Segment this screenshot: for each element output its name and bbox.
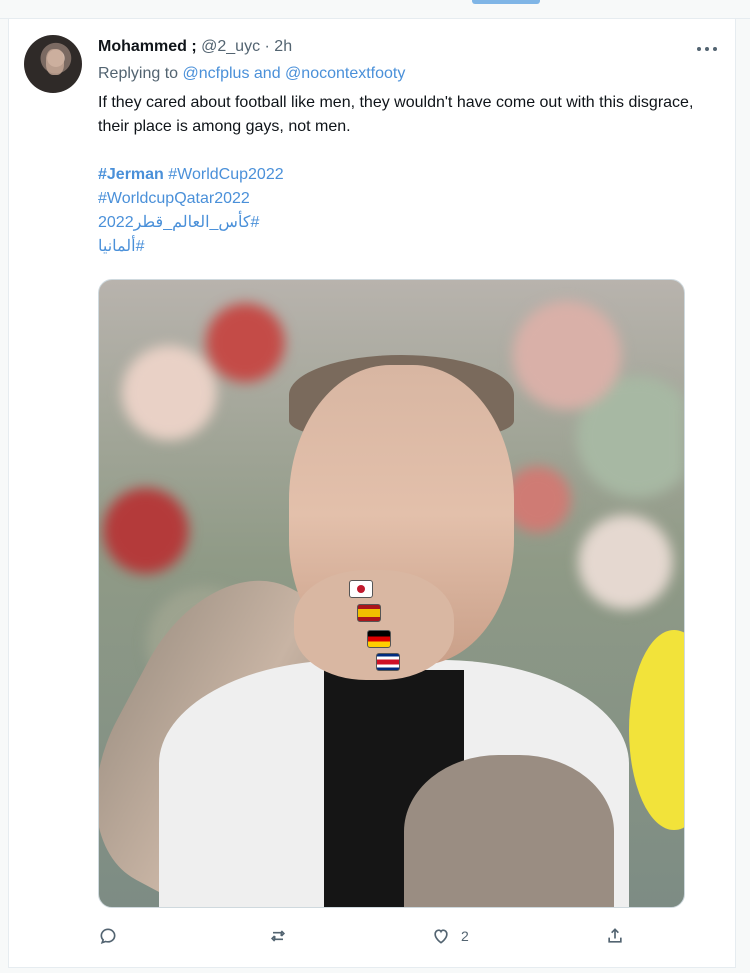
retweet-button[interactable] [268, 924, 288, 948]
germany-flag-icon [367, 630, 391, 648]
reply-button[interactable] [98, 924, 118, 948]
top-navigation-bar [0, 0, 750, 19]
share-icon [608, 928, 622, 943]
tweet-card[interactable]: Mohammed ; @2_uyc · 2h Replying to @ncfp… [8, 19, 736, 968]
retweet-icon [270, 930, 286, 942]
japan-flag-icon [349, 580, 373, 598]
hand-covering-mouth [294, 570, 454, 680]
active-tab-indicator [472, 0, 540, 4]
like-count: 2 [461, 928, 469, 944]
author-handle[interactable]: @2_uyc [201, 38, 260, 55]
share-button[interactable] [605, 924, 625, 948]
author-name[interactable]: Mohammed ; [98, 38, 197, 55]
mention-nocontextfooty[interactable]: @nocontextfooty [285, 65, 405, 82]
hashtag-row-1: #Jerman #WorldCup2022 [98, 163, 284, 187]
more-options-icon[interactable] [697, 41, 717, 57]
avatar-hand-image [46, 49, 64, 75]
heart-icon [434, 929, 448, 944]
reply-context: Replying to @ncfplus and @nocontextfooty [98, 65, 405, 83]
foreground-player-head [404, 755, 614, 907]
speech-bubble-icon [100, 928, 116, 945]
mention-ncfplus[interactable]: @ncfplus [183, 65, 250, 82]
costa-rica-flag-icon [376, 653, 400, 671]
like-button[interactable]: 2 [431, 924, 469, 948]
hashtag-list: #Jerman #WorldCup2022 #WorldcupQatar2022… [98, 163, 284, 259]
hashtag-worldcupqatar2022[interactable]: #WorldcupQatar2022 [98, 187, 284, 211]
tweet-photo[interactable] [98, 279, 685, 908]
avatar[interactable] [24, 35, 82, 93]
reply-and: and [253, 65, 281, 82]
hashtag-arabic-germany[interactable]: #ألمانيا [98, 235, 284, 259]
tweet-actions: 2 [98, 924, 638, 948]
tweet-text: If they cared about football like men, t… [98, 94, 694, 135]
hashtag-jerman[interactable]: #Jerman [98, 166, 164, 183]
header-separator: · [264, 38, 270, 55]
spain-flag-icon [357, 604, 381, 622]
tweet-header: Mohammed ; @2_uyc · 2h [98, 38, 292, 56]
tweet-time[interactable]: 2h [274, 38, 292, 55]
hashtag-arabic-worldcup-qatar[interactable]: #كأس_العالم_قطر2022 [98, 211, 284, 235]
reply-prefix: Replying to [98, 65, 179, 82]
hashtag-worldcup2022[interactable]: #WorldCup2022 [168, 166, 283, 183]
